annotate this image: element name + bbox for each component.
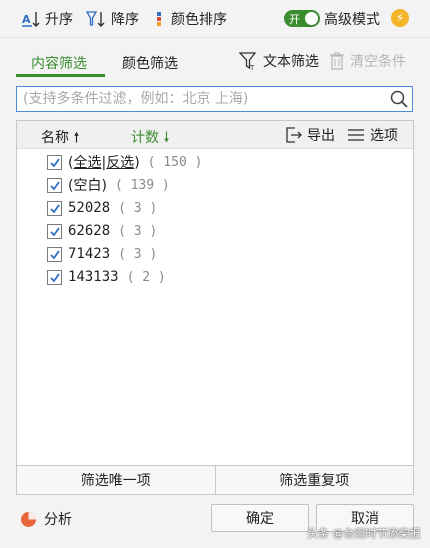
pie-chart-icon bbox=[21, 511, 36, 527]
tab-content-filter[interactable]: 内容筛选 bbox=[31, 53, 87, 73]
select-all-link[interactable]: 全选 bbox=[73, 155, 101, 171]
name-column-label: 名称 bbox=[41, 130, 69, 146]
analyze-button[interactable]: 分析 bbox=[20, 509, 72, 529]
value-list-panel: 名称 🠕 计数 🠗 导出 选项 (全选|反选) (150) (空白) (1… bbox=[16, 120, 414, 466]
export-icon bbox=[286, 127, 302, 143]
arrow-up-icon: 🠕 bbox=[73, 130, 80, 146]
item-label: 143133 bbox=[68, 269, 119, 285]
filter-tabs: 内容筛选 颜色筛选 T 文本筛选 清空条件 bbox=[0, 46, 430, 78]
ok-button[interactable]: 确定 bbox=[211, 504, 309, 532]
advanced-mode-label: 高级模式 bbox=[324, 12, 380, 28]
item-count: ( 3 ) bbox=[118, 223, 158, 239]
filter-duplicate-button[interactable]: 筛选重复项 bbox=[215, 465, 414, 495]
color-sort-icon bbox=[157, 12, 161, 26]
text-filter-label: 文本筛选 bbox=[263, 54, 319, 70]
sort-ascending-label: 升序 bbox=[45, 12, 73, 28]
sort-descending-label: 降序 bbox=[111, 12, 139, 28]
checkmark-icon bbox=[50, 249, 60, 259]
item-count: ( 150 ) bbox=[147, 154, 203, 170]
item-count: ( 3 ) bbox=[118, 246, 158, 262]
search-input[interactable] bbox=[23, 89, 383, 109]
toolbar: A 升序 降序 颜色排序 开 高级模式 ⚡ bbox=[0, 0, 430, 38]
item-label: (空白) bbox=[68, 178, 107, 194]
arrow-down-icon: 🠗 bbox=[163, 130, 170, 146]
export-label: 导出 bbox=[307, 128, 335, 144]
lightning-bolt-icon[interactable]: ⚡ bbox=[391, 9, 409, 27]
checkmark-icon bbox=[50, 226, 60, 236]
active-tab-underline bbox=[16, 74, 105, 77]
item-count: ( 139 ) bbox=[114, 177, 170, 193]
text-filter-button[interactable]: T 文本筛选 bbox=[239, 51, 319, 71]
filter-action-bar: 筛选唯一项 筛选重复项 bbox=[16, 465, 414, 495]
color-sort-button[interactable]: 颜色排序 bbox=[154, 9, 227, 29]
clear-conditions-label: 清空条件 bbox=[350, 54, 406, 70]
checkbox[interactable] bbox=[47, 269, 62, 285]
checkbox[interactable] bbox=[47, 177, 62, 193]
search-icon[interactable] bbox=[390, 90, 408, 112]
filter-unique-button[interactable]: 筛选唯一项 bbox=[16, 465, 216, 495]
filter-funnel-icon: T bbox=[239, 52, 257, 71]
checkmark-icon bbox=[50, 272, 60, 282]
search-box bbox=[16, 86, 413, 112]
sort-ascending-button[interactable]: A 升序 bbox=[22, 9, 73, 29]
list-item[interactable]: 52028 ( 3 ) bbox=[47, 197, 157, 219]
color-sort-label: 颜色排序 bbox=[171, 12, 227, 28]
checkmark-icon bbox=[50, 180, 60, 190]
checkmark-icon bbox=[50, 157, 60, 167]
sort-descending-button[interactable]: 降序 bbox=[86, 9, 139, 29]
item-label: 52028 bbox=[68, 200, 111, 216]
options-label: 选项 bbox=[370, 128, 398, 144]
clear-conditions-button[interactable]: 清空条件 bbox=[330, 51, 406, 71]
sort-descending-icon bbox=[86, 11, 105, 27]
checkbox[interactable] bbox=[47, 223, 62, 239]
sort-ascending-icon: A bbox=[22, 12, 40, 27]
menu-lines-icon bbox=[348, 129, 364, 141]
export-button[interactable]: 导出 bbox=[285, 125, 335, 145]
checkbox[interactable] bbox=[47, 154, 62, 170]
invert-selection-link[interactable]: 反选 bbox=[106, 155, 134, 171]
list-header: 名称 🠕 计数 🠗 导出 选项 bbox=[17, 121, 413, 149]
analyze-label: 分析 bbox=[44, 512, 72, 528]
toggle-on-label: 开 bbox=[289, 13, 300, 26]
checkbox[interactable] bbox=[47, 246, 62, 262]
tab-color-filter[interactable]: 颜色筛选 bbox=[122, 53, 178, 73]
watermark-text: 头条 @台雨时节添柴报 bbox=[307, 527, 421, 540]
name-column-header[interactable]: 名称 🠕 bbox=[41, 127, 79, 151]
item-count: ( 2 ) bbox=[126, 269, 166, 285]
svg-text:T: T bbox=[249, 64, 255, 71]
checkmark-icon bbox=[50, 203, 60, 213]
list-item-select-all[interactable]: (全选|反选) ( 150 ) bbox=[47, 151, 202, 173]
options-button[interactable]: 选项 bbox=[347, 125, 398, 145]
item-count: ( 3 ) bbox=[118, 200, 158, 216]
svg-text:A: A bbox=[22, 13, 31, 26]
count-column-label: 计数 bbox=[131, 130, 159, 146]
list-item[interactable]: (空白) ( 139 ) bbox=[47, 174, 170, 196]
select-all-label: (全选|反选) bbox=[68, 155, 140, 171]
toggle-knob bbox=[305, 12, 318, 25]
item-label: 71423 bbox=[68, 246, 111, 262]
checkbox[interactable] bbox=[47, 200, 62, 216]
trash-icon bbox=[330, 52, 344, 70]
count-column-header[interactable]: 计数 🠗 bbox=[131, 127, 169, 151]
list-item[interactable]: 143133 ( 2 ) bbox=[47, 266, 166, 288]
list-item[interactable]: 71423 ( 3 ) bbox=[47, 243, 157, 265]
item-label: 62628 bbox=[68, 223, 111, 239]
list-item[interactable]: 62628 ( 3 ) bbox=[47, 220, 157, 242]
advanced-mode-toggle[interactable]: 开 bbox=[284, 10, 320, 27]
